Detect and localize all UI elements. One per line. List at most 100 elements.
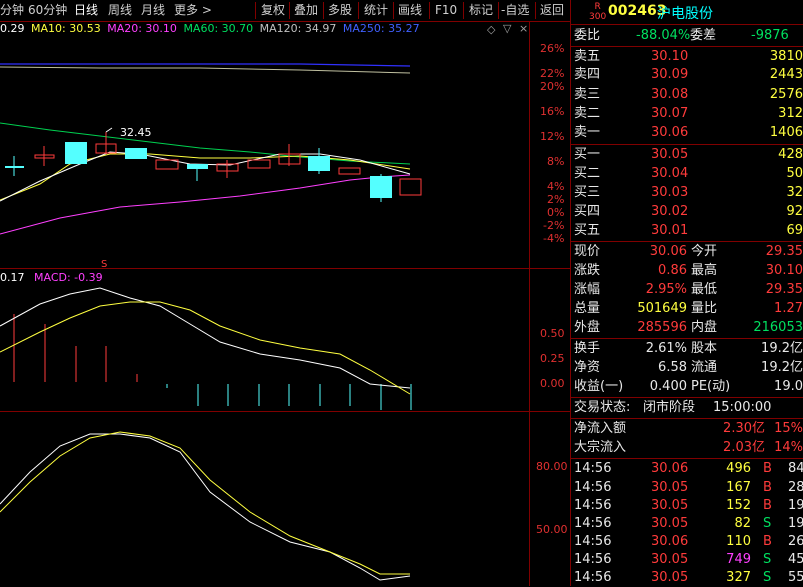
axis-label: -2% bbox=[543, 219, 565, 232]
axis-label: 0% bbox=[547, 206, 565, 219]
fuquan-button[interactable]: 复权 bbox=[261, 0, 285, 21]
tick-row: 14:56 30.05 749 S 45 bbox=[574, 552, 803, 567]
multi-stock-button[interactable]: 多股 bbox=[328, 0, 352, 21]
candle bbox=[338, 167, 361, 175]
axis-label: 0.00 bbox=[540, 377, 565, 390]
macd-value: MACD: -0.39 bbox=[34, 271, 103, 284]
add-watchlist-button[interactable]: -自选 bbox=[501, 0, 529, 21]
axis-label: 0.50 bbox=[540, 327, 565, 340]
dropdown-arrow-icon[interactable]: ▽ bbox=[503, 22, 511, 35]
macd-legend: 0.17 MACD: -0.39 bbox=[0, 271, 103, 284]
ma5-line bbox=[0, 151, 411, 202]
ma120-line bbox=[0, 66, 411, 74]
pane-divider-main bbox=[0, 268, 570, 269]
ask-row-1[interactable]: 卖一 30.06 1406 bbox=[571, 124, 803, 142]
kdj-chart[interactable] bbox=[0, 412, 529, 586]
quote-row: 涨幅 2.95% 最低 29.35 bbox=[574, 282, 803, 297]
quote-row: 总量 501649 量比 1.27 bbox=[574, 301, 803, 316]
market-badge: R 300 bbox=[589, 2, 607, 22]
tick-row: 14:56 30.06 110 B 26 bbox=[574, 534, 803, 549]
tab-minute[interactable]: 分钟 bbox=[0, 0, 24, 21]
k-line bbox=[0, 433, 411, 581]
tick-row: 14:56 30.05 167 B 28 bbox=[574, 480, 803, 495]
flow-row: 净流入额 2.30亿 15% bbox=[574, 421, 803, 436]
stats-button[interactable]: 统计 bbox=[364, 0, 388, 21]
quote-row: 现价 30.06 今开 29.35 bbox=[574, 244, 803, 259]
candle bbox=[187, 164, 208, 169]
trade-status: 交易状态: 闭市阶段 15:00:00 bbox=[574, 400, 772, 415]
peak-label: 32.45 bbox=[120, 126, 152, 139]
weibi-row: 委比 -88.04% 委差 -9876 bbox=[574, 28, 789, 43]
axis-label: 8% bbox=[547, 155, 565, 168]
dif-line bbox=[0, 287, 411, 389]
tab-more[interactable]: 更多 > bbox=[174, 0, 212, 21]
fund-row: 换手 2.61% 股本 19.2亿 bbox=[574, 341, 803, 356]
ma-legend: 0.29 MA10: 30.53 MA20: 30.10 MA60: 30.70… bbox=[0, 22, 420, 36]
quote-row: 外盘 285596 内盘 216053 bbox=[574, 320, 803, 335]
fund-row: 净资 6.58 流通 19.2亿 bbox=[574, 360, 803, 375]
ma20-value: MA20: 30.10 bbox=[107, 22, 177, 35]
ma250-line bbox=[0, 63, 411, 67]
ask-row-3[interactable]: 卖三 30.08 2576 bbox=[571, 86, 803, 104]
candle bbox=[399, 178, 422, 196]
candle bbox=[370, 176, 392, 198]
candle bbox=[247, 159, 271, 169]
tick-row: 14:56 30.05 82 S 19 bbox=[574, 516, 803, 531]
tick-row: 14:56 30.05 152 B 19 bbox=[574, 498, 803, 513]
s-marker: S bbox=[101, 259, 107, 268]
macd-dif: 0.17 bbox=[0, 271, 25, 284]
back-button[interactable]: 返回 bbox=[540, 0, 564, 21]
axis-label: 80.00 bbox=[536, 460, 568, 473]
tab-weekly[interactable]: 周线 bbox=[108, 0, 132, 21]
tab-daily[interactable]: 日线 bbox=[74, 0, 98, 21]
candles bbox=[5, 132, 422, 202]
axis-divider bbox=[529, 22, 530, 586]
overlay-button[interactable]: 叠加 bbox=[294, 0, 318, 21]
axis-label: -4% bbox=[543, 232, 565, 245]
ma20-line bbox=[0, 174, 411, 235]
diamond-icon[interactable]: ◇ bbox=[487, 23, 495, 36]
bid-row-3[interactable]: 买三 30.03 32 bbox=[571, 184, 803, 202]
flow-row: 大宗流入 2.03亿 14% bbox=[574, 440, 803, 455]
axis-label: 4% bbox=[547, 180, 565, 193]
bid-row-1[interactable]: 买一 30.05 428 bbox=[571, 146, 803, 164]
ma250-value: MA250: 35.27 bbox=[342, 22, 420, 35]
axis-label: 12% bbox=[540, 130, 565, 143]
mark-button[interactable]: 标记 bbox=[469, 0, 493, 21]
axis-label: 0.25 bbox=[540, 352, 565, 365]
candle bbox=[65, 142, 87, 164]
ma10-value: MA10: 30.53 bbox=[31, 22, 101, 35]
fund-row: 收益(一) 0.400 PE(动) 19.0 bbox=[574, 379, 803, 394]
quote-row: 涨跌 0.86 最高 30.10 bbox=[574, 263, 803, 278]
quote-panel: R 300 002463 沪电股份 委比 -88.04% 委差 -9876 卖五… bbox=[571, 0, 803, 586]
bid-row-4[interactable]: 买四 30.02 92 bbox=[571, 203, 803, 221]
close-icon[interactable]: × bbox=[519, 22, 528, 35]
axis-label: 50.00 bbox=[536, 523, 568, 536]
macd-chart[interactable] bbox=[0, 284, 529, 410]
axis-label: 2% bbox=[547, 193, 565, 206]
axis-label: 22% bbox=[540, 67, 565, 80]
axis-label: 20% bbox=[540, 80, 565, 93]
tick-row: 14:56 30.05 327 S 55 bbox=[574, 570, 803, 585]
ask-row-2[interactable]: 卖二 30.07 312 bbox=[571, 105, 803, 123]
ask-row-4[interactable]: 卖四 30.09 2443 bbox=[571, 66, 803, 84]
f10-button[interactable]: F10 bbox=[435, 0, 457, 21]
bid-row-2[interactable]: 买二 30.04 50 bbox=[571, 165, 803, 183]
peak-arrow-icon bbox=[105, 127, 113, 133]
candle bbox=[125, 148, 147, 159]
tick-row: 14:56 30.06 496 B 84 bbox=[574, 461, 803, 476]
ma5-value: 0.29 bbox=[0, 22, 25, 35]
dea-line bbox=[0, 301, 411, 395]
bid-row-5[interactable]: 买五 30.01 69 bbox=[571, 222, 803, 240]
ask-row-5[interactable]: 卖五 30.10 3810 bbox=[571, 48, 803, 66]
draw-line-button[interactable]: 画线 bbox=[398, 0, 422, 21]
candle bbox=[5, 166, 24, 168]
stock-name: 沪电股份 bbox=[657, 6, 713, 22]
ma60-value: MA60: 30.70 bbox=[183, 22, 254, 35]
macd-bars bbox=[13, 314, 412, 410]
kline-chart[interactable]: 32.45 S bbox=[0, 36, 529, 268]
candle bbox=[308, 156, 330, 171]
tab-60min[interactable]: 60分钟 bbox=[28, 0, 67, 21]
tab-monthly[interactable]: 月线 bbox=[141, 0, 165, 21]
axis-label: 16% bbox=[540, 105, 565, 118]
